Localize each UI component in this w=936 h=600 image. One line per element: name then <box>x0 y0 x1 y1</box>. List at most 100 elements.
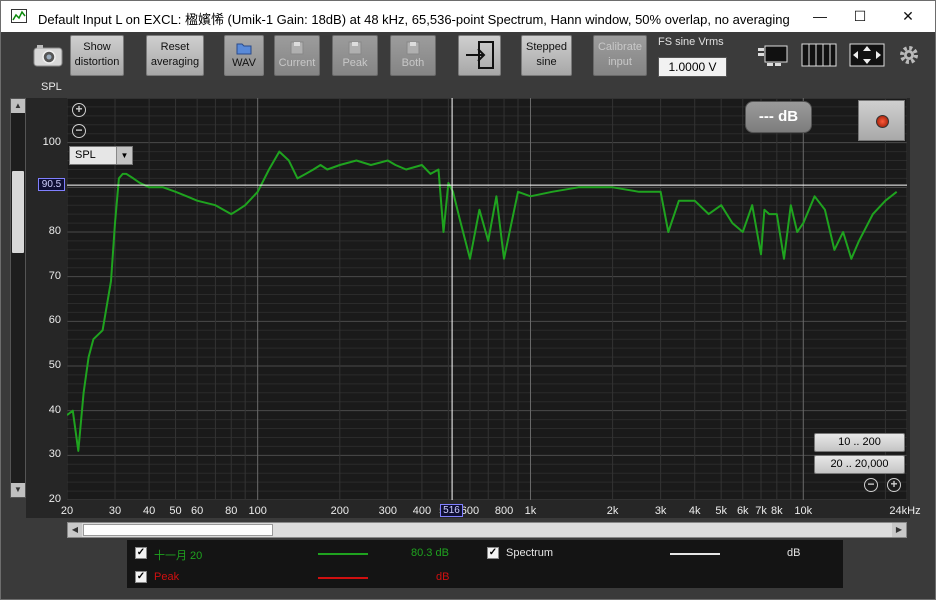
folder-icon <box>236 43 252 55</box>
record-button[interactable] <box>858 100 905 141</box>
both-label: Both <box>401 57 425 69</box>
single-graph-layout-icon[interactable] <box>757 42 789 68</box>
close-button[interactable]: ✕ <box>885 1 931 32</box>
current-label: Current <box>278 57 316 69</box>
zoom-in-x-icon[interactable]: + <box>887 478 901 492</box>
x-tick-label: 300 <box>378 505 398 517</box>
show-distortion-button[interactable]: Show distortion <box>70 35 124 76</box>
x-tick-label: 4k <box>688 505 701 517</box>
db-readout: --- dB <box>745 101 812 133</box>
cursor-x-readout: 516 <box>440 504 463 517</box>
x-tick-label: 200 <box>330 505 349 517</box>
window-title: Default Input L on EXCL: 楹嬪悕 (Umik-1 Gai… <box>38 12 790 27</box>
scroll-up-arrow[interactable]: ▲ <box>11 99 25 113</box>
x-tick-label: 20 <box>60 505 74 517</box>
plot-area[interactable] <box>67 98 907 500</box>
peak-name: Peak <box>154 571 180 583</box>
horizontal-scrollbar[interactable]: ◀ ▶ <box>67 522 907 538</box>
x-tick-label: 8k <box>771 505 783 517</box>
x-tick-label: 1k <box>524 505 537 517</box>
x-tick-label: 800 <box>494 505 514 517</box>
calibrate-input-button[interactable]: Calibrate input <box>593 35 647 76</box>
y-tick-label: 50 <box>48 359 61 371</box>
measure-select[interactable]: SPL ▼ <box>69 146 133 165</box>
y-tick-label: 40 <box>48 403 61 416</box>
save-peak-button[interactable]: Peak <box>332 35 378 76</box>
maximize-button[interactable]: ☐ <box>837 1 883 32</box>
cursor-y-readout: 90.5 <box>38 178 65 191</box>
x-tick-label: 40 <box>142 505 156 517</box>
peak-line-swatch <box>318 577 368 579</box>
scroll-right-arrow[interactable]: ▶ <box>892 523 906 537</box>
scroll-left-arrow[interactable]: ◀ <box>68 523 82 537</box>
save-icon <box>348 41 362 55</box>
horizontal-scroll-thumb[interactable] <box>83 524 273 536</box>
y-tick-label: 70 <box>48 269 61 282</box>
fs-sine-label: FS sine Vrms <box>658 36 724 48</box>
camera-icon[interactable] <box>32 42 64 68</box>
y-tick-label: 30 <box>48 448 61 461</box>
zoom-in-y-icon[interactable]: + <box>72 103 86 117</box>
spectrum-value: dB <box>787 547 801 559</box>
stepped-sine-button[interactable]: Stepped sine <box>521 35 572 76</box>
legend-panel: ✓ 十一月 20 80.3 dB ✓ Spectrum dB ✓ Peak dB <box>127 540 843 588</box>
y-tick-label: 80 <box>48 225 61 237</box>
legend-row-measurement: ✓ 十一月 20 80.3 dB ✓ Spectrum dB <box>127 543 843 563</box>
x-tick-label: 400 <box>412 505 432 517</box>
gear-icon[interactable] <box>898 44 920 66</box>
import-button[interactable] <box>458 35 501 76</box>
y-tick-label: 20 <box>48 493 61 505</box>
x-tick-label: 7k <box>755 505 767 517</box>
measurement-line-swatch <box>318 553 368 555</box>
x-tick-label: 600 <box>460 505 480 517</box>
x-tick-label: 100 <box>248 505 267 517</box>
vertical-scroll-thumb[interactable] <box>12 171 24 253</box>
save-current-button[interactable]: Current <box>274 35 320 76</box>
spectrum-checkbox[interactable]: ✓ <box>487 547 499 559</box>
y-tick-label: 60 <box>48 314 61 327</box>
x-tick-label: 30 <box>108 505 122 517</box>
measure-select-value: SPL <box>75 149 96 161</box>
peak-checkbox[interactable]: ✓ <box>135 571 147 583</box>
vertical-scrollbar[interactable]: ▲ ▼ <box>10 98 26 498</box>
app-icon <box>11 9 27 23</box>
spectrum-plot <box>67 98 907 500</box>
wav-label: WAV <box>232 57 256 69</box>
save-both-button[interactable]: Both <box>390 35 436 76</box>
x-tick-label: 2k <box>606 505 619 517</box>
app-window: Default Input L on EXCL: 楹嬪悕 (Umik-1 Gai… <box>0 0 936 600</box>
range-20-20000-button[interactable]: 20 .. 20,000 <box>814 455 905 474</box>
measurement-value: 80.3 dB <box>411 547 449 559</box>
y-axis-title: SPL <box>41 81 62 93</box>
y-tick-label: 100 <box>42 135 61 148</box>
wav-button[interactable]: WAV <box>224 35 264 76</box>
x-tick-label: 24kHz <box>889 505 921 517</box>
toolbar: Show distortion Reset averaging WAV Curr… <box>1 32 935 80</box>
peak-value: dB <box>436 571 450 583</box>
fs-sine-field[interactable]: 1.0000 V <box>658 57 727 77</box>
spectrum-line-swatch <box>670 553 720 555</box>
reset-averaging-button[interactable]: Reset averaging <box>146 35 204 76</box>
measurement-name: 十一月 20 <box>154 550 203 562</box>
legend-row-peak: ✓ Peak dB <box>127 567 843 587</box>
zoom-out-y-icon[interactable]: − <box>72 124 86 138</box>
multi-graph-layout-icon[interactable] <box>801 42 837 68</box>
import-icon <box>465 41 494 69</box>
x-tick-label: 5k <box>715 505 727 517</box>
scroll-down-arrow[interactable]: ▼ <box>11 483 25 497</box>
x-tick-label: 80 <box>225 505 238 517</box>
x-tick-label: 10k <box>794 505 813 517</box>
peak-label: Peak <box>342 57 368 69</box>
save-icon <box>406 41 420 55</box>
title-bar: Default Input L on EXCL: 楹嬪悕 (Umik-1 Gai… <box>1 1 935 32</box>
spectrum-label: Spectrum <box>506 547 554 559</box>
x-tick-label: 6k <box>736 505 749 517</box>
x-tick-label: 60 <box>191 505 204 517</box>
range-10-200-button[interactable]: 10 .. 200 <box>814 433 905 452</box>
record-icon <box>876 115 889 128</box>
chevron-down-icon[interactable]: ▼ <box>116 147 132 164</box>
x-tick-label: 50 <box>169 505 182 517</box>
zoom-out-x-icon[interactable]: − <box>864 478 878 492</box>
measurement-checkbox[interactable]: ✓ <box>135 547 147 559</box>
fit-expand-icon[interactable] <box>849 42 885 68</box>
